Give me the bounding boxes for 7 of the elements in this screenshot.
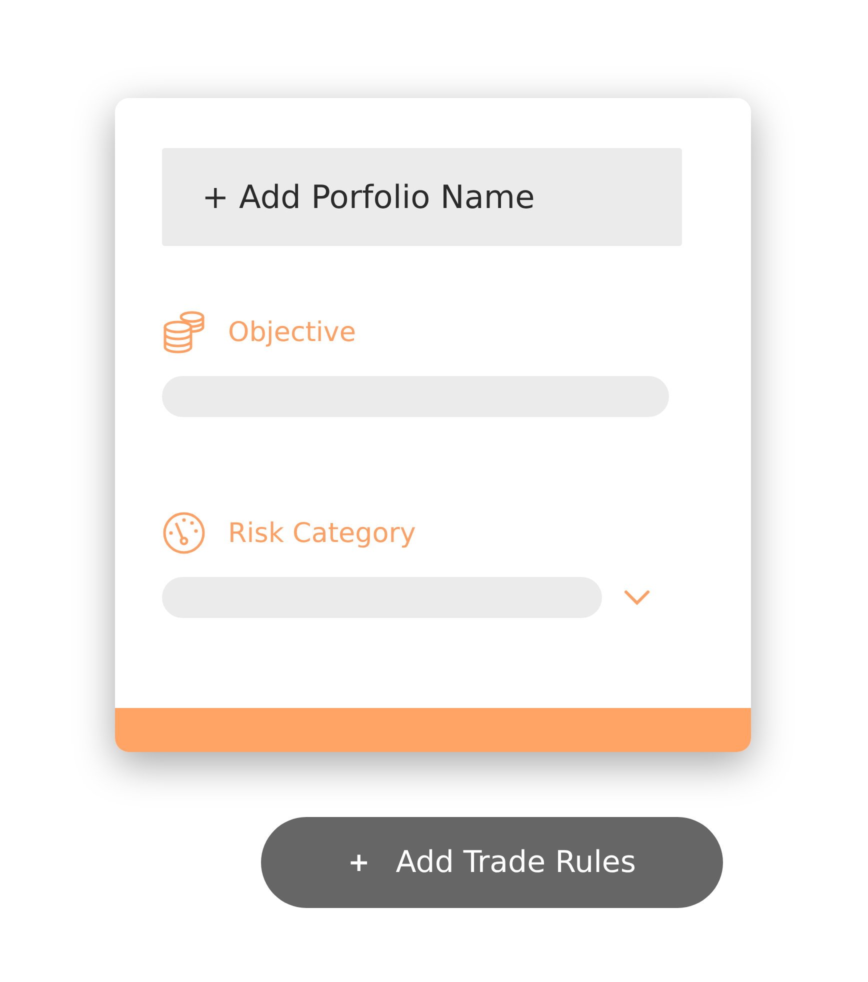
field-label: Risk Category	[228, 518, 416, 548]
add-portfolio-name-button[interactable]: + Add Porfolio Name	[162, 148, 682, 246]
gauge-icon	[162, 511, 206, 555]
field-label: Objective	[228, 316, 356, 348]
add-trade-rules-button[interactable]: + Add Trade Rules	[261, 817, 723, 908]
chevron-down-icon[interactable]	[624, 590, 650, 606]
coins-icon	[162, 310, 206, 354]
